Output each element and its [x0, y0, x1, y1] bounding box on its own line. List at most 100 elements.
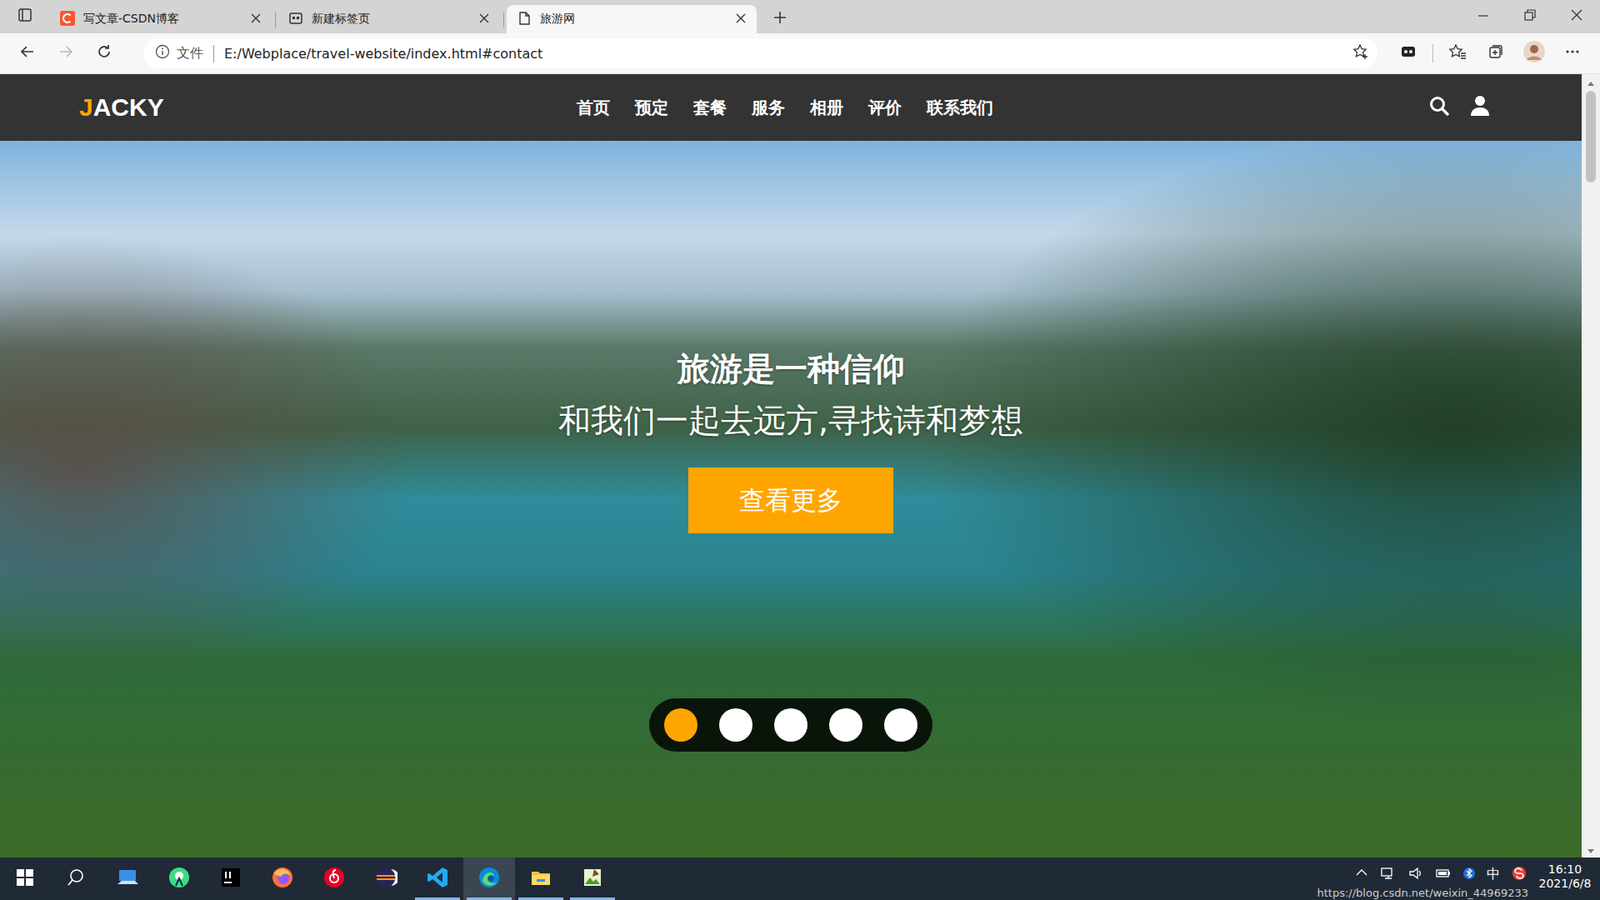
- address-bar[interactable]: 文件E:/Webplace/travel-website/index.html#…: [143, 38, 1378, 69]
- favorites-button[interactable]: [1438, 36, 1477, 70]
- browser-toolbar: 文件E:/Webplace/travel-website/index.html#…: [0, 33, 1600, 75]
- close-window-button[interactable]: [1553, 0, 1600, 34]
- folder-icon: [529, 865, 553, 893]
- scrollbar: [1581, 74, 1600, 858]
- up-arrow-icon: [1586, 74, 1595, 90]
- intellij-icon: [219, 865, 243, 893]
- clock-time: 16:10: [1548, 862, 1582, 877]
- clock-date: 2021/6/8: [1539, 876, 1592, 891]
- plus-icon: [772, 10, 788, 29]
- user-icon[interactable]: [1470, 95, 1490, 120]
- slider-dot[interactable]: [884, 708, 918, 742]
- site-nav: 首页 预定套餐服务 相册评价联系我们: [576, 96, 994, 120]
- new-tab-button[interactable]: [763, 5, 797, 34]
- back-button[interactable]: [8, 36, 47, 70]
- scroll-track: [1581, 89, 1600, 843]
- slider-dot[interactable]: [774, 708, 808, 742]
- taskbar-app[interactable]: [566, 857, 619, 900]
- battery-icon[interactable]: [1435, 865, 1452, 885]
- edge-icon: [477, 865, 501, 893]
- volume-icon[interactable]: [1408, 865, 1424, 885]
- tab-label: 旅游网: [540, 11, 727, 27]
- browser-tab[interactable]: 旅游网: [506, 5, 757, 34]
- watermark: https://blog.csdn.net/weixin_44969233: [1316, 886, 1529, 900]
- scroll-thumb[interactable]: [1585, 90, 1596, 183]
- web-page: JACKY首页 预定套餐服务 相册评价联系我们旅游是一种信仰和我们一起去远方,寻找诗…: [0, 74, 1582, 858]
- input-method-indicator[interactable]: 中: [1486, 865, 1500, 883]
- collections-button[interactable]: [1476, 36, 1515, 70]
- sogou-icon[interactable]: [1511, 865, 1527, 885]
- hero-title: 旅游是一种信仰: [677, 349, 905, 390]
- slider-dot[interactable]: [664, 708, 698, 742]
- extension-button[interactable]: [1389, 36, 1428, 70]
- search-button[interactable]: [50, 857, 102, 900]
- taskbar-app[interactable]: [153, 857, 205, 900]
- collections-icon: [1487, 43, 1505, 64]
- taskbar-app[interactable]: [308, 857, 360, 900]
- scroll-up-button[interactable]: [1581, 74, 1600, 90]
- taskbar-app[interactable]: [360, 857, 412, 900]
- nav-link[interactable]: 套餐: [693, 96, 727, 120]
- computer-icon: [115, 865, 140, 893]
- scroll-down-button[interactable]: [1581, 842, 1600, 858]
- more-icon: [1564, 43, 1581, 64]
- close-icon[interactable]: [478, 12, 490, 27]
- hero-subtitle: 和我们一起去远方,寻找诗和梦想: [558, 400, 1024, 441]
- chevron-up-icon[interactable]: [1355, 865, 1369, 883]
- taskbar-app[interactable]: [256, 857, 309, 900]
- csdn-icon: [60, 10, 75, 29]
- url-text: E:/Webplace/travel-website/index.html#co…: [220, 45, 1346, 62]
- site-logo[interactable]: JACKY: [79, 93, 577, 122]
- clock[interactable]: 16:102021/6/8: [1538, 862, 1592, 891]
- more-button[interactable]: [1553, 36, 1592, 70]
- search-icon[interactable]: [1428, 95, 1450, 120]
- more-button[interactable]: 查看更多: [688, 467, 894, 534]
- restore-button[interactable]: [1506, 0, 1554, 34]
- taskbar-app[interactable]: [101, 857, 154, 900]
- tab-label: 写文章-CSDN博客: [83, 11, 242, 27]
- taskbar-app[interactable]: [411, 857, 464, 900]
- restore-icon: [1523, 8, 1537, 25]
- browser-tab[interactable]: 新建标签页: [278, 5, 500, 34]
- tab-actions-button[interactable]: [0, 0, 50, 34]
- close-icon[interactable]: [735, 12, 747, 27]
- nav-link[interactable]: 首页: [576, 96, 610, 120]
- reload-icon: [95, 43, 113, 64]
- profile-button[interactable]: [1515, 36, 1554, 70]
- start-button[interactable]: [0, 857, 50, 900]
- taskbar: 中 16:102021/6/8 https://blog.csdn.net/weix…: [0, 857, 1600, 900]
- tab-actions-icon: [17, 7, 33, 26]
- minimize-button[interactable]: [1460, 0, 1507, 34]
- nav-link[interactable]: 服务: [751, 96, 785, 120]
- slider-dot[interactable]: [829, 708, 863, 742]
- close-icon[interactable]: [250, 12, 262, 27]
- nav-link[interactable]: 相册: [810, 96, 844, 120]
- firefox-icon: [270, 865, 295, 893]
- forward-button[interactable]: [46, 36, 85, 70]
- nav-link[interactable]: 预定: [635, 96, 669, 120]
- taskbar-app[interactable]: [205, 857, 257, 900]
- down-arrow-icon: [1586, 842, 1595, 859]
- extension-icon: [1400, 43, 1417, 64]
- close-window-icon: [1570, 8, 1584, 25]
- taskbar-app[interactable]: [463, 857, 515, 900]
- browser-tab[interactable]: 写文章-CSDN博客: [50, 5, 272, 34]
- network-icon[interactable]: [1380, 865, 1397, 885]
- logo-rest: ACKY: [93, 93, 165, 121]
- nav-link[interactable]: 联系我们: [926, 96, 994, 120]
- favorites-icon: [1448, 43, 1467, 64]
- slider-controls: [649, 698, 933, 752]
- header-icons: [993, 95, 1491, 120]
- nav-link[interactable]: 评价: [868, 96, 902, 120]
- image-editor-icon: [580, 865, 605, 893]
- page-icon: [516, 10, 532, 29]
- bluetooth-icon[interactable]: [1463, 865, 1475, 885]
- info-icon[interactable]: [155, 44, 170, 63]
- add-favorite-icon[interactable]: [1352, 43, 1370, 64]
- reload-button[interactable]: [85, 36, 124, 70]
- browser-viewport: JACKY首页 预定套餐服务 相册评价联系我们旅游是一种信仰和我们一起去远方,寻找诗…: [0, 74, 1600, 858]
- back-icon: [19, 43, 36, 64]
- taskbar-app[interactable]: [515, 857, 567, 900]
- slider-dot[interactable]: [719, 708, 753, 742]
- vscode-icon: [425, 865, 450, 893]
